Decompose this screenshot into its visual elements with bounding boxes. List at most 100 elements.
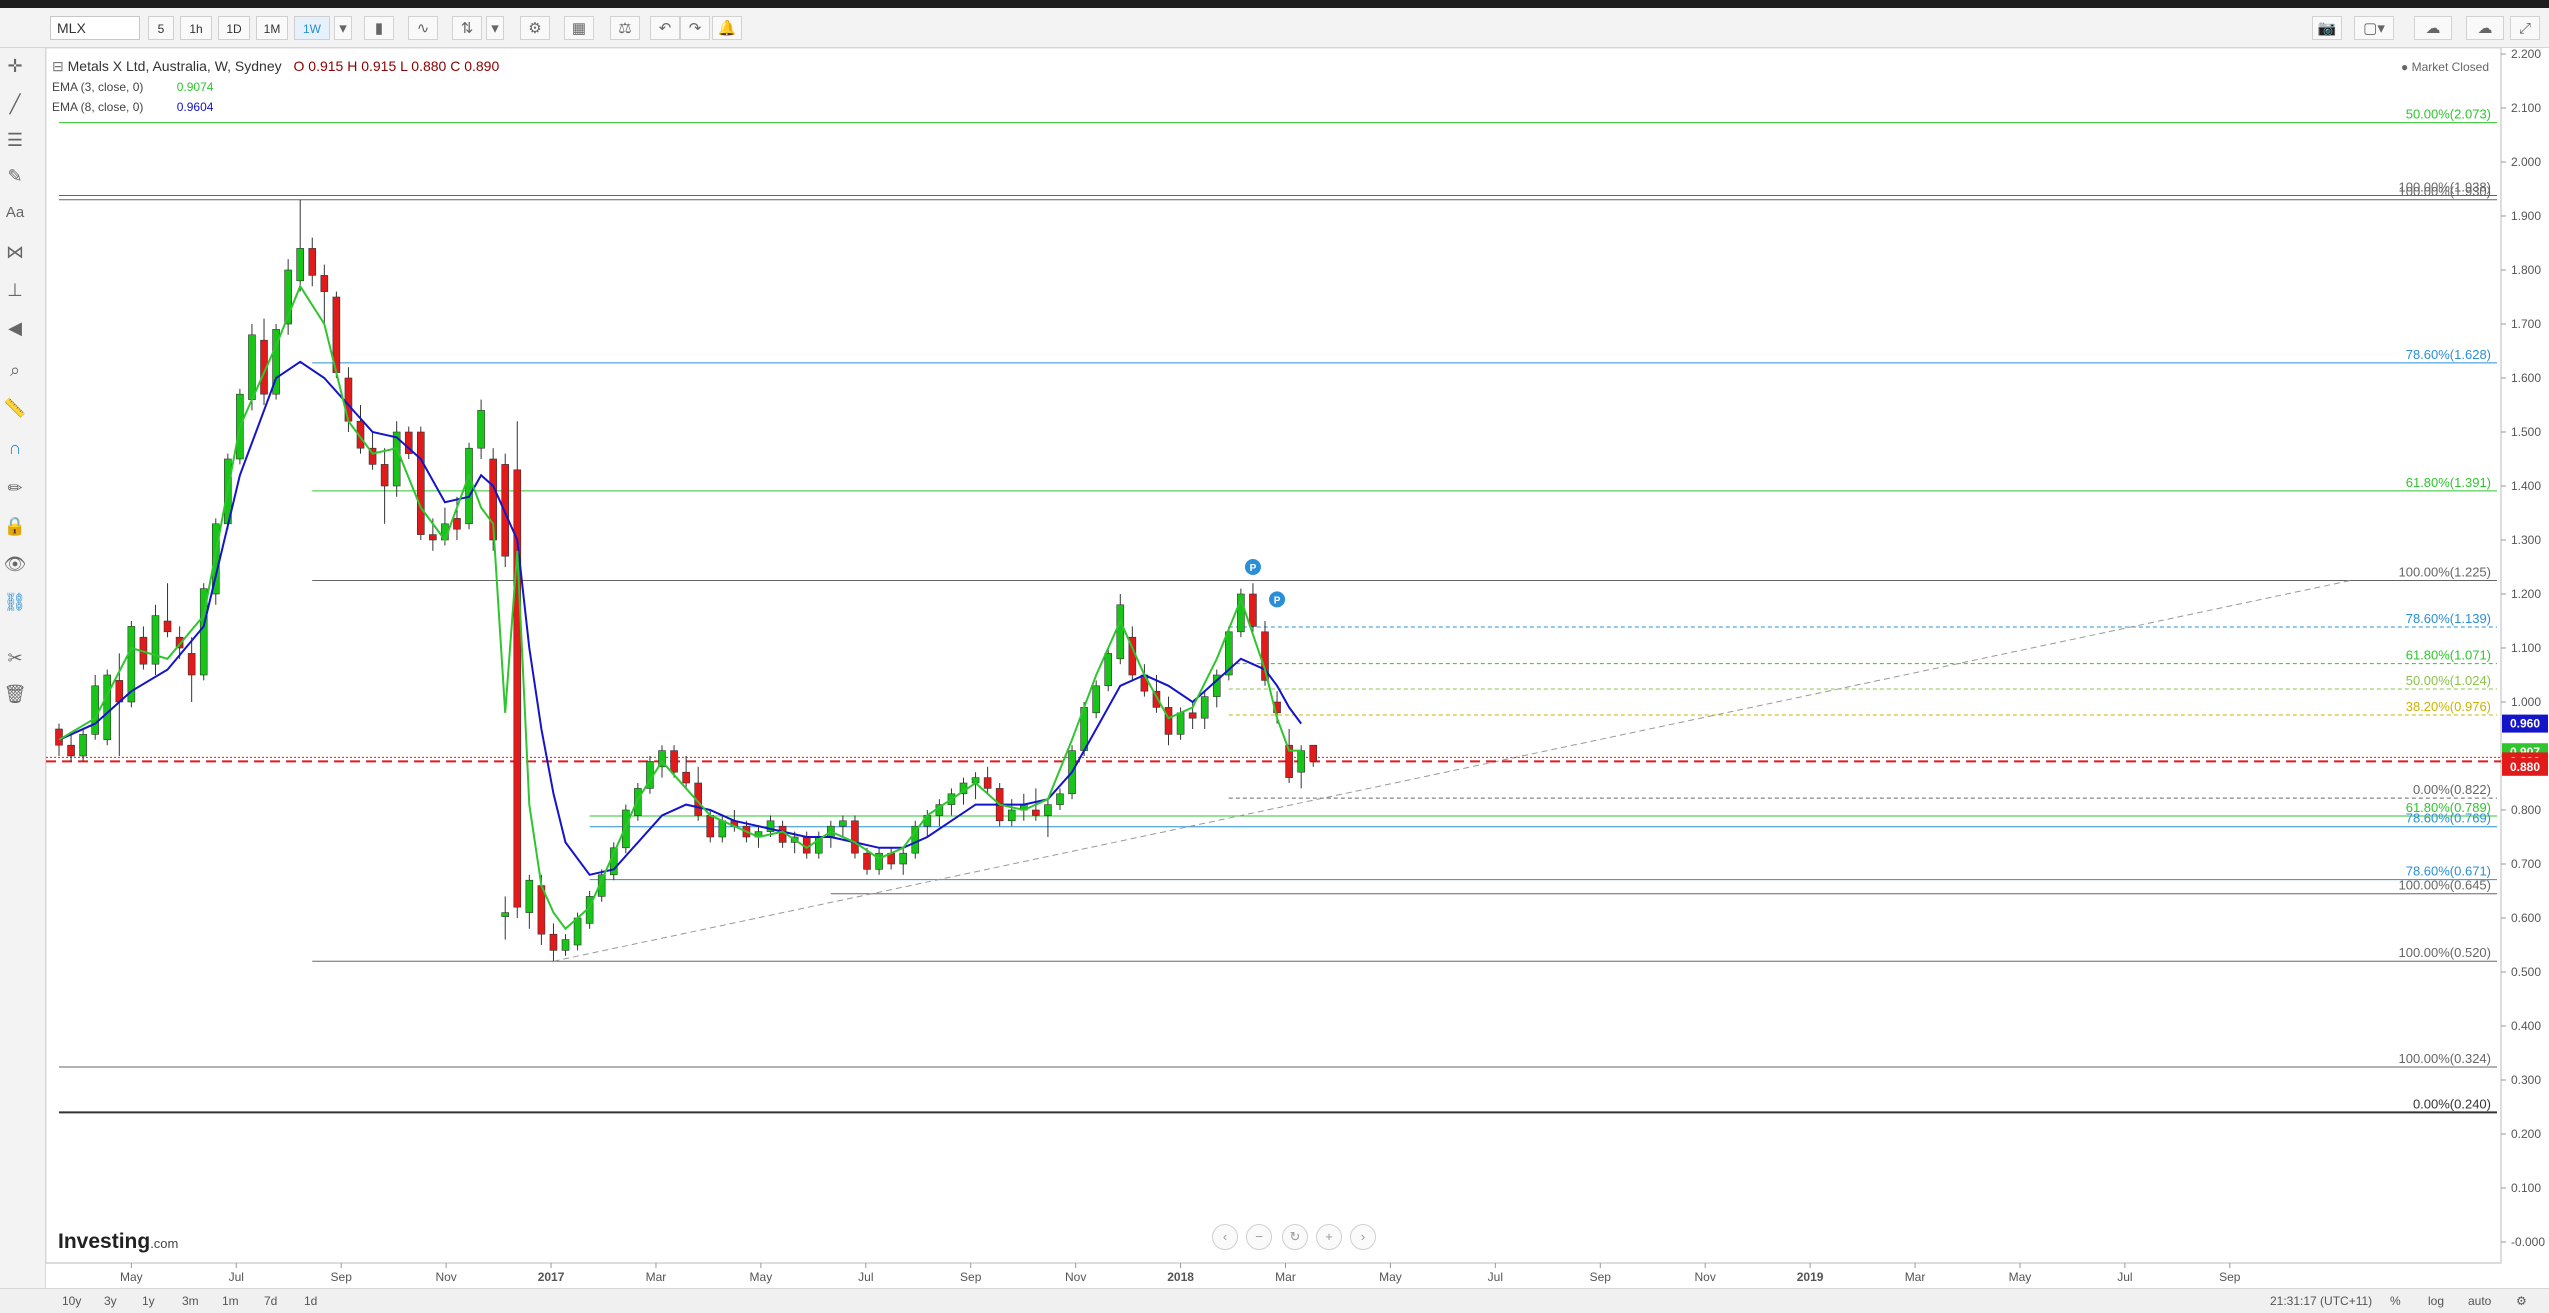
crosshair-icon[interactable]: ✛ <box>0 56 30 77</box>
candle-body <box>91 685 99 735</box>
reset-chart-button[interactable]: ↻ <box>1282 1224 1308 1250</box>
magnet-icon[interactable]: ∩ <box>0 438 30 459</box>
chart-settings-gear-icon[interactable]: ⚙ <box>2516 1294 2527 1308</box>
y-tick-label: -0.000 <box>2511 1235 2545 1249</box>
range-3m-button[interactable]: 3m <box>182 1294 199 1308</box>
y-tick-label: 0.700 <box>2511 857 2541 871</box>
hide-icon[interactable]: 👁 <box>0 554 30 575</box>
compare-icon[interactable]: ⇅ <box>452 16 482 40</box>
arrow-icon[interactable]: ◀ <box>0 318 30 339</box>
candle-body <box>163 620 172 633</box>
fib-level-label: 0.00%(0.822) <box>2413 782 2491 797</box>
candle-body <box>501 912 510 917</box>
zoom-out-button[interactable]: − <box>1246 1224 1272 1250</box>
cloud-load-icon[interactable]: ☁ <box>2414 16 2452 40</box>
candle-body <box>851 820 859 854</box>
zoom-icon[interactable]: ⌕ <box>0 360 30 381</box>
range-10y-button[interactable]: 10y <box>62 1294 81 1308</box>
layout-icon[interactable]: ▢▾ <box>2354 16 2394 40</box>
range-1y-button[interactable]: 1y <box>142 1294 155 1308</box>
trash-icon[interactable]: 🗑 <box>0 684 30 705</box>
x-tick-label: Sep <box>960 1270 982 1284</box>
range-1d-button[interactable]: 1d <box>304 1294 317 1308</box>
fib-level-label: 61.80%(1.391) <box>2406 475 2491 490</box>
candle-body <box>983 777 992 789</box>
plot-area <box>46 48 2502 1264</box>
y-tick-label: 0.200 <box>2511 1127 2541 1141</box>
candle-body <box>670 750 678 773</box>
candle-body <box>320 275 329 292</box>
candle-body <box>1297 750 1305 773</box>
cloud-save-icon[interactable]: ☁ <box>2466 16 2504 40</box>
y-tick-label: 0.800 <box>2511 803 2541 817</box>
annotation-marker: P <box>1244 559 1261 575</box>
ema3-label: EMA (3, close, 0) <box>52 80 144 94</box>
lock-icon[interactable]: 🔒 <box>0 516 30 537</box>
clock-readout: 21:31:17 (UTC+11) <box>2270 1294 2373 1308</box>
candle-body <box>1056 793 1064 805</box>
brush-icon[interactable]: ✎ <box>0 166 30 187</box>
y-tick-label: 1.500 <box>2511 425 2541 439</box>
candle-body <box>429 534 437 541</box>
market-status-text: Market Closed <box>2411 60 2489 74</box>
remove-drawings-icon[interactable]: ✂ <box>0 648 30 669</box>
link-icon[interactable]: ⛓ <box>0 592 30 613</box>
log-scale-toggle[interactable]: log <box>2428 1294 2444 1308</box>
auto-scale-toggle[interactable]: auto <box>2468 1294 2491 1308</box>
compare-dropdown-icon[interactable]: ▾ <box>486 16 504 40</box>
candle-body <box>477 410 485 449</box>
candle-body <box>1176 712 1185 735</box>
range-7d-button[interactable]: 7d <box>264 1294 277 1308</box>
timeframe-dropdown-icon[interactable]: ▾ <box>334 16 352 40</box>
trend-line-icon[interactable]: ╱ <box>0 94 30 115</box>
symbol-input[interactable]: MLX <box>50 16 140 40</box>
pattern-icon[interactable]: ⋈ <box>0 242 30 263</box>
legend-collapse-icon[interactable]: ⊟ <box>52 58 64 74</box>
candle-body <box>1249 593 1257 627</box>
timeframe-1d-button[interactable]: 1D <box>218 16 250 40</box>
horizontal-lines-icon[interactable]: ☰ <box>0 130 30 151</box>
x-tick-label: Mar <box>646 1270 667 1284</box>
redo-icon[interactable]: ↷ <box>680 16 710 40</box>
timeframe-5-button[interactable]: 5 <box>148 16 174 40</box>
camera-icon[interactable]: 📷 <box>2312 16 2342 40</box>
ema3-legend: EMA (3, close, 0) 0.9074 <box>52 80 213 94</box>
percent-scale-toggle[interactable]: % <box>2390 1294 2401 1308</box>
range-1m-button[interactable]: 1m <box>222 1294 239 1308</box>
candle-body <box>296 248 304 282</box>
x-tick-label: Jul <box>858 1270 873 1284</box>
zoom-in-button[interactable]: + <box>1316 1224 1342 1250</box>
indicators-icon[interactable]: ∿ <box>408 16 438 40</box>
stay-drawing-icon[interactable]: ✏ <box>0 478 30 499</box>
alert-bell-icon[interactable]: 🔔 <box>712 16 742 40</box>
timeframe-1m-button[interactable]: 1M <box>256 16 288 40</box>
fib-tool-icon[interactable]: ⊥ <box>0 280 30 301</box>
y-tick-label: 0.300 <box>2511 1073 2541 1087</box>
templates-icon[interactable]: ▦ <box>564 16 594 40</box>
candle-body <box>308 248 317 276</box>
x-tick-label: May <box>2009 1270 2032 1284</box>
candles-chart-icon[interactable]: ▮ <box>364 16 394 40</box>
ema8-legend: EMA (8, close, 0) 0.9604 <box>52 100 213 114</box>
logo-brand: Investing <box>58 1230 151 1253</box>
alert-scale-icon[interactable]: ⚖ <box>610 16 640 40</box>
range-3y-button[interactable]: 3y <box>104 1294 117 1308</box>
y-tick-label: 1.600 <box>2511 371 2541 385</box>
timeframe-1h-button[interactable]: 1h <box>180 16 212 40</box>
y-tick-label: 2.200 <box>2511 48 2541 61</box>
measure-icon[interactable]: 📏 <box>0 398 30 419</box>
marker-label: P <box>1250 563 1257 574</box>
settings-gear-icon[interactable]: ⚙ <box>520 16 550 40</box>
undo-icon[interactable]: ↶ <box>650 16 680 40</box>
text-icon[interactable]: Aa <box>0 204 30 221</box>
fib-level-label: 78.60%(0.769) <box>2406 811 2491 826</box>
chart-legend: ⊟ Metals X Ltd, Australia, W, Sydney O 0… <box>52 58 499 75</box>
fullscreen-icon[interactable]: ⤢ <box>2510 16 2540 40</box>
scroll-right-button[interactable]: › <box>1350 1224 1376 1250</box>
timeframe-1w-button[interactable]: 1W <box>294 16 330 40</box>
candle-body <box>465 447 473 525</box>
price-chart[interactable]: 2.200 2.100 2.000 1.900 1.800 1.700 1.600 1.500… <box>46 48 2549 1288</box>
scroll-left-button[interactable]: ‹ <box>1212 1224 1238 1250</box>
y-tick-label: 0.400 <box>2511 1019 2541 1033</box>
candle-body <box>55 728 63 746</box>
